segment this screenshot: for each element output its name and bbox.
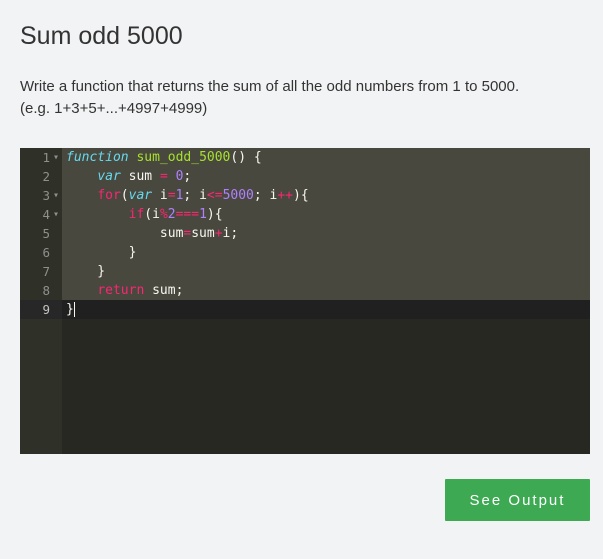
code-token: % bbox=[159, 207, 168, 222]
code-text: } bbox=[62, 300, 590, 319]
code-token: ; bbox=[183, 169, 192, 184]
code-token: 5000 bbox=[222, 188, 254, 203]
code-token: } bbox=[66, 302, 74, 317]
code-token: ; i bbox=[183, 188, 207, 203]
code-token: ; i bbox=[253, 188, 278, 203]
code-text: } bbox=[62, 243, 590, 262]
code-token: (i bbox=[144, 207, 160, 222]
line-number: 7 bbox=[42, 264, 50, 279]
code-token: if bbox=[128, 207, 145, 222]
code-line[interactable]: 3 ▾ for(var i=1; i<=5000; i++){ bbox=[20, 186, 590, 205]
code-lines[interactable]: 1 ▾ function sum_odd_5000() {2 var sum = 0… bbox=[20, 148, 590, 319]
code-token: for bbox=[97, 188, 121, 203]
code-text: if(i%2===1){ bbox=[62, 205, 590, 224]
code-editor[interactable]: 1 ▾ function sum_odd_5000() {2 var sum = 0… bbox=[20, 148, 590, 454]
code-line[interactable]: 2 var sum = 0; bbox=[20, 167, 590, 186]
line-number: 5 bbox=[42, 226, 50, 241]
code-token: ){ bbox=[293, 188, 309, 203]
code-token: ( bbox=[120, 188, 129, 203]
code-line[interactable]: 1 ▾ function sum_odd_5000() { bbox=[20, 148, 590, 167]
code-token: function bbox=[66, 150, 129, 165]
code-token: } bbox=[66, 264, 106, 279]
fold-arrow-icon[interactable]: ▾ bbox=[51, 205, 61, 224]
line-number: 2 bbox=[42, 169, 50, 184]
code-token: sum_odd_5000 bbox=[136, 150, 231, 165]
code-token: ++ bbox=[277, 188, 294, 203]
code-token: = bbox=[159, 169, 168, 184]
code-token: sum bbox=[120, 169, 160, 184]
code-token: var bbox=[97, 169, 121, 184]
code-token: + bbox=[214, 226, 223, 241]
text-cursor bbox=[73, 302, 75, 317]
code-token: <= bbox=[206, 188, 223, 203]
code-token: sum; bbox=[144, 283, 184, 298]
description-line-2: (e.g. 1+3+5+...+4997+4999) bbox=[20, 100, 208, 117]
line-number: 6 bbox=[42, 245, 50, 260]
code-token: return bbox=[97, 283, 145, 298]
code-token: sum bbox=[191, 226, 215, 241]
code-line[interactable]: 5 sum=sum+i; bbox=[20, 224, 590, 243]
fold-arrow-icon[interactable]: ▾ bbox=[51, 186, 61, 205]
code-token: ){ bbox=[206, 207, 223, 222]
page-title: Sum odd 5000 bbox=[20, 22, 183, 50]
code-text: return sum; bbox=[62, 281, 590, 300]
code-token: = bbox=[167, 188, 176, 203]
line-number: 8 bbox=[42, 283, 50, 298]
code-line[interactable]: 7 } bbox=[20, 262, 590, 281]
code-token: } bbox=[66, 245, 137, 260]
code-line[interactable]: 4 ▾ if(i%2===1){ bbox=[20, 205, 590, 224]
code-text: sum=sum+i; bbox=[62, 224, 590, 243]
code-line[interactable]: 9} bbox=[20, 300, 590, 319]
code-token: i bbox=[152, 188, 168, 203]
see-output-button[interactable]: See Output bbox=[445, 479, 590, 521]
code-text: for(var i=1; i<=5000; i++){ bbox=[62, 186, 590, 205]
code-token: i; bbox=[222, 226, 239, 241]
fold-arrow-icon[interactable]: ▾ bbox=[51, 148, 61, 167]
code-token: var bbox=[128, 188, 153, 203]
code-token: === bbox=[175, 207, 200, 222]
code-text: function sum_odd_5000() { bbox=[62, 148, 590, 167]
code-line[interactable]: 8 return sum; bbox=[20, 281, 590, 300]
problem-description: Write a function that returns the sum of… bbox=[20, 76, 585, 120]
code-line[interactable]: 6 } bbox=[20, 243, 590, 262]
code-token: 1 bbox=[199, 207, 207, 222]
code-token: 2 bbox=[167, 207, 176, 222]
code-token: () { bbox=[230, 150, 262, 165]
code-text: } bbox=[62, 262, 590, 281]
line-number: 9 bbox=[20, 300, 62, 319]
description-line-1: Write a function that returns the sum of… bbox=[20, 78, 520, 95]
code-text: var sum = 0; bbox=[62, 167, 590, 186]
code-token: sum bbox=[66, 226, 184, 241]
